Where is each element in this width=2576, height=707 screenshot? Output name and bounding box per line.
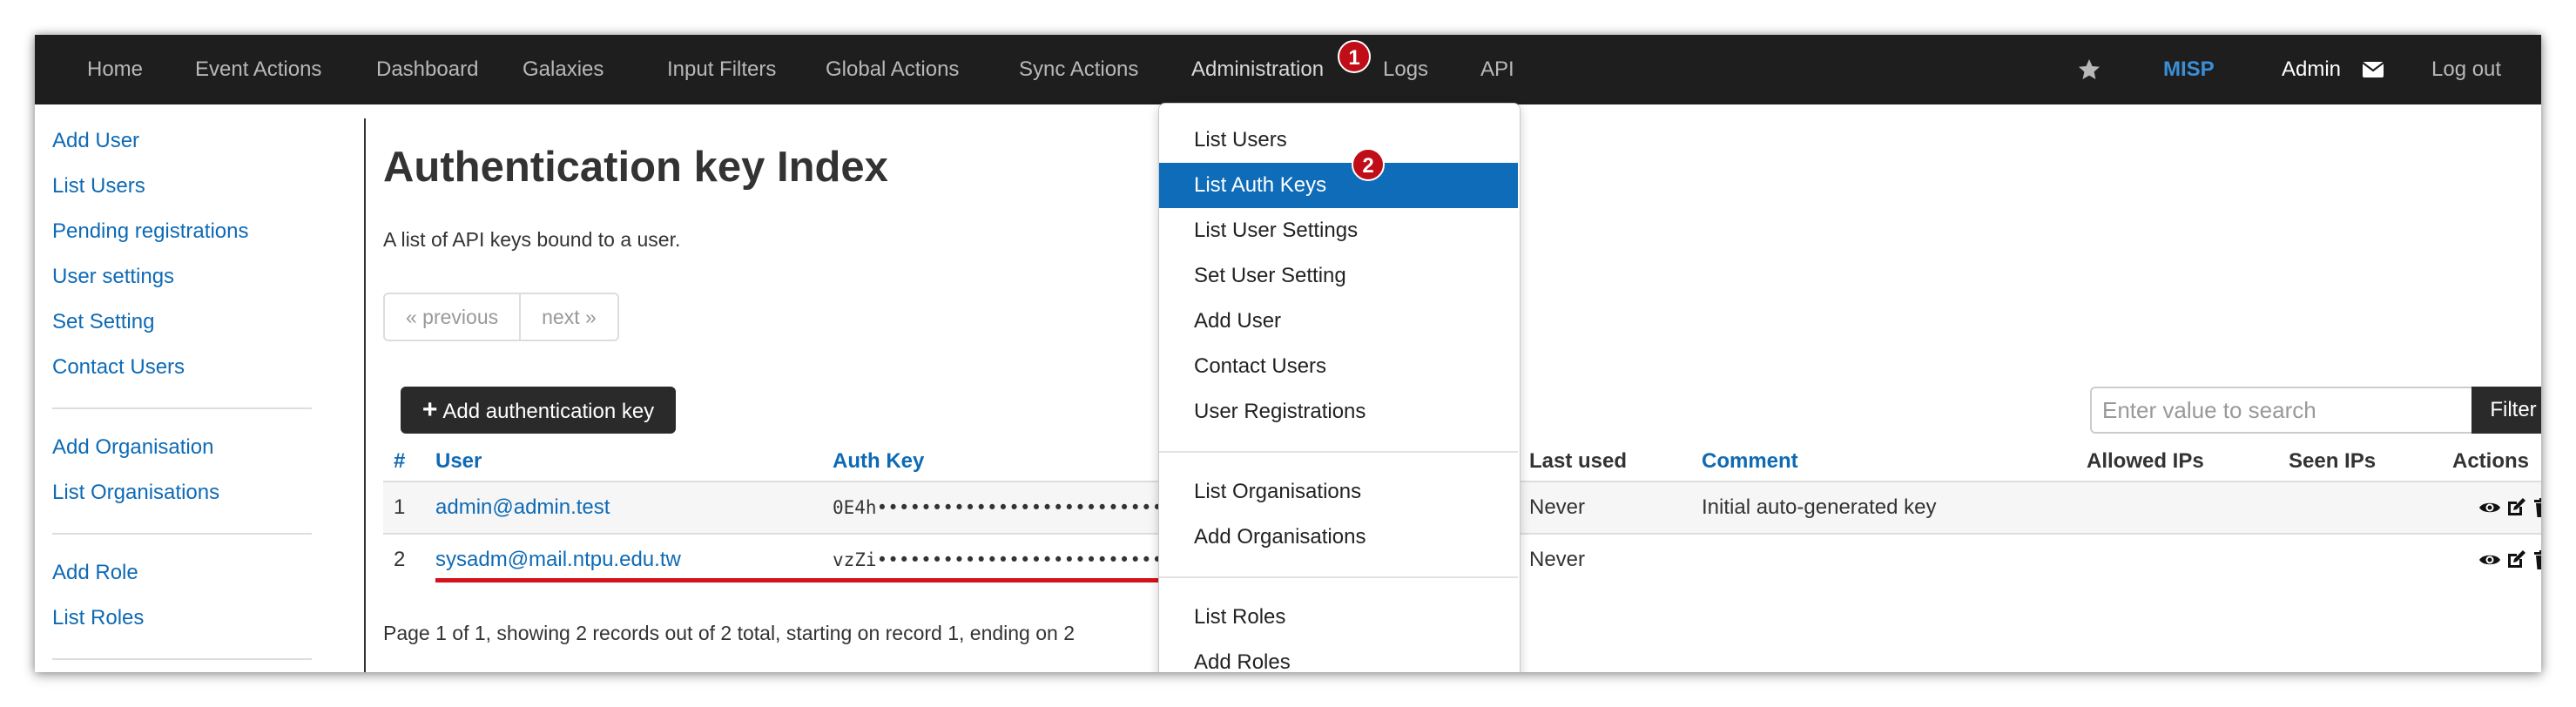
next-page-button[interactable]: next » xyxy=(521,294,617,340)
sidebar-item-add-user[interactable]: Add User xyxy=(52,129,139,153)
step-badge-2: 2 xyxy=(1352,148,1385,181)
add-authentication-key-label: Add authentication key xyxy=(442,400,655,423)
column-header-seen-ips: Seen IPs xyxy=(2289,449,2377,473)
step-badge-1: 1 xyxy=(1338,40,1371,73)
star-icon[interactable] xyxy=(2078,35,2101,104)
column-header-auth-key[interactable]: Auth Key xyxy=(833,444,924,479)
menu-divider xyxy=(1159,451,1518,453)
previous-page-button[interactable]: « previous xyxy=(385,294,522,340)
nav-sync-actions[interactable]: Sync Actions xyxy=(1019,35,1138,104)
page-title: Authentication key Index xyxy=(383,144,888,191)
nav-global-actions[interactable]: Global Actions xyxy=(826,35,959,104)
sidebar-divider xyxy=(52,533,312,535)
menu-item-list-auth-keys[interactable]: List Auth Keys xyxy=(1159,163,1518,208)
sidebar-item-list-roles[interactable]: List Roles xyxy=(52,606,144,630)
column-header-user[interactable]: User xyxy=(435,444,482,479)
sidebar-item-pending-registrations[interactable]: Pending registrations xyxy=(52,219,248,244)
menu-item-set-user-setting[interactable]: Set User Setting xyxy=(1159,253,1518,299)
sidebar-item-list-organisations[interactable]: List Organisations xyxy=(52,481,219,505)
column-header-comment[interactable]: Comment xyxy=(1702,444,1798,479)
administration-dropdown-menu: List Users List Auth Keys List User Sett… xyxy=(1158,103,1521,672)
row-id: 2 xyxy=(394,548,406,571)
row-actions xyxy=(2478,482,2541,533)
sidebar-separator xyxy=(364,118,366,672)
pagination: « previous next » xyxy=(383,293,619,341)
sidebar-item-list-users[interactable]: List Users xyxy=(52,174,145,199)
nav-dashboard[interactable]: Dashboard xyxy=(376,35,478,104)
nav-logout[interactable]: Log out xyxy=(2431,35,2501,104)
row-id: 1 xyxy=(394,495,406,519)
sidebar-divider xyxy=(52,407,312,409)
sidebar-item-add-organisation[interactable]: Add Organisation xyxy=(52,435,213,460)
nav-admin-user[interactable]: Admin xyxy=(2282,35,2341,104)
add-authentication-key-button[interactable]: + Add authentication key xyxy=(401,387,676,434)
trash-icon[interactable] xyxy=(2531,549,2541,571)
sidebar-item-add-role[interactable]: Add Role xyxy=(52,561,138,585)
eye-icon[interactable] xyxy=(2478,496,2501,519)
menu-divider xyxy=(1159,576,1518,578)
sidebar-item-contact-users[interactable]: Contact Users xyxy=(52,355,185,380)
nav-api[interactable]: API xyxy=(1480,35,1514,104)
trash-icon[interactable] xyxy=(2531,496,2541,519)
page-description: A list of API keys bound to a user. xyxy=(383,228,681,251)
row-user-link[interactable]: admin@admin.test xyxy=(435,482,610,533)
row-actions xyxy=(2478,535,2541,585)
nav-input-filters[interactable]: Input Filters xyxy=(667,35,776,104)
row-comment: Initial auto-generated key xyxy=(1702,495,1937,519)
edit-icon[interactable] xyxy=(2505,549,2527,571)
nav-event-actions[interactable]: Event Actions xyxy=(195,35,321,104)
sidebar-item-set-setting[interactable]: Set Setting xyxy=(52,310,154,334)
nav-galaxies[interactable]: Galaxies xyxy=(523,35,604,104)
top-navbar: Home Event Actions Dashboard Galaxies In… xyxy=(35,35,2541,104)
nav-logs[interactable]: Logs xyxy=(1383,35,1428,104)
menu-item-list-users[interactable]: List Users xyxy=(1159,118,1518,163)
column-header-actions: Actions xyxy=(2452,449,2530,473)
menu-item-contact-users[interactable]: Contact Users xyxy=(1159,344,1518,389)
menu-item-list-roles[interactable]: List Roles xyxy=(1159,595,1518,640)
column-header-id[interactable]: # xyxy=(394,444,405,479)
sidebar-item-user-settings[interactable]: User settings xyxy=(52,265,174,289)
edit-icon[interactable] xyxy=(2505,496,2527,519)
nav-administration[interactable]: Administration xyxy=(1191,35,1324,104)
highlight-underline xyxy=(435,578,1184,582)
menu-item-add-organisations[interactable]: Add Organisations xyxy=(1159,515,1518,560)
nav-home[interactable]: Home xyxy=(87,35,143,104)
menu-item-list-organisations[interactable]: List Organisations xyxy=(1159,469,1518,515)
column-header-allowed-ips: Allowed IPs xyxy=(2087,449,2204,473)
row-last-used: Never xyxy=(1529,495,1586,519)
sidebar-divider xyxy=(52,658,312,660)
envelope-icon[interactable] xyxy=(2362,35,2384,104)
browser-window: Home Event Actions Dashboard Galaxies In… xyxy=(35,35,2541,672)
row-last-used: Never xyxy=(1529,548,1586,571)
plus-icon: + xyxy=(421,395,438,424)
eye-icon[interactable] xyxy=(2478,549,2501,571)
menu-item-list-user-settings[interactable]: List User Settings xyxy=(1159,208,1518,253)
filter-button[interactable]: Filter xyxy=(2471,387,2541,434)
menu-item-user-registrations[interactable]: User Registrations xyxy=(1159,389,1518,434)
column-header-last-used: Last used xyxy=(1529,449,1628,473)
search-input[interactable] xyxy=(2090,387,2473,434)
pagination-status: Page 1 of 1, showing 2 records out of 2 … xyxy=(383,622,1076,644)
menu-item-add-roles[interactable]: Add Roles xyxy=(1159,640,1518,672)
nav-misp[interactable]: MISP xyxy=(2163,35,2215,104)
menu-item-add-user[interactable]: Add User xyxy=(1159,299,1518,344)
